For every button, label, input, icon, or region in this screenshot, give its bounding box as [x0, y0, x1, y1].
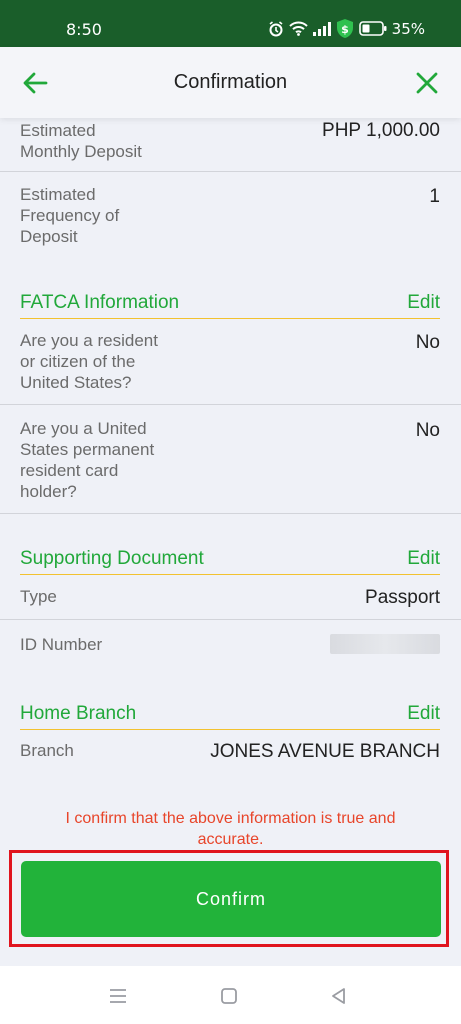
id-number-masked-value — [330, 634, 440, 654]
frequency-value: 1 — [429, 186, 440, 207]
fatca-q1-label: Are you a resident or citizen of the Uni… — [20, 331, 158, 392]
divider — [0, 513, 461, 514]
signal-icon — [312, 21, 331, 36]
menu-icon — [110, 989, 126, 1003]
wifi-icon — [288, 21, 308, 36]
section-fatca: FATCA Information Edit — [20, 292, 440, 319]
edit-supporting-document-button[interactable]: Edit — [407, 548, 440, 570]
divider — [0, 619, 461, 620]
status-time: 8:50 — [66, 20, 102, 39]
frequency-label: Estimated Frequency of Deposit — [20, 185, 120, 246]
fatca-q1-value: No — [415, 332, 440, 353]
section-title-supporting-document: Supporting Document — [20, 548, 204, 569]
edit-fatca-button[interactable]: Edit — [407, 292, 440, 314]
id-number-label: ID Number — [20, 635, 103, 654]
status-bar: 8:50 $ 35% — [0, 0, 461, 47]
edit-home-branch-button[interactable]: Edit — [407, 703, 440, 725]
page-title: Confirmation — [173, 71, 288, 93]
confirmation-statement: I confirm that the above information is … — [65, 810, 396, 848]
confirm-button[interactable]: Confirm — [21, 861, 441, 937]
alarm-icon — [268, 20, 284, 37]
close-icon — [416, 72, 438, 94]
home-square-icon — [221, 988, 237, 1004]
status-icons: $ 35% — [268, 19, 425, 38]
section-home-branch: Home Branch Edit — [20, 703, 440, 730]
battery-percent: 35% — [391, 19, 425, 38]
battery-icon — [358, 21, 387, 36]
section-title-home-branch: Home Branch — [20, 703, 137, 724]
confirmation-content[interactable]: Estimated Monthly Deposit PHP 1,000.00 E… — [0, 118, 461, 966]
monthly-deposit-label: Estimated Monthly Deposit — [20, 121, 142, 161]
branch-value: JONES AVENUE BRANCH — [210, 741, 440, 762]
document-type-value: Passport — [365, 587, 440, 608]
document-type-label: Type — [20, 587, 57, 606]
shield-dollar-icon: $ — [336, 19, 354, 38]
monthly-deposit-value: PHP 1,000.00 — [322, 120, 440, 141]
app-header: Confirmation — [0, 47, 461, 118]
svg-text:$: $ — [341, 23, 349, 36]
divider — [0, 171, 461, 172]
fatca-q2-value: No — [415, 420, 440, 441]
system-nav-bar — [0, 966, 461, 1024]
nav-menu-button[interactable] — [108, 986, 128, 1006]
nav-home-button[interactable] — [219, 986, 239, 1006]
branch-label: Branch — [20, 741, 74, 760]
nav-back-button[interactable] — [329, 986, 349, 1006]
fatca-q2-label: Are you a United States permanent reside… — [20, 419, 155, 501]
back-triangle-icon — [332, 988, 345, 1004]
divider — [0, 404, 461, 405]
close-button[interactable] — [413, 69, 441, 97]
section-title-fatca: FATCA Information — [20, 292, 180, 313]
section-supporting-document: Supporting Document Edit — [20, 548, 440, 575]
